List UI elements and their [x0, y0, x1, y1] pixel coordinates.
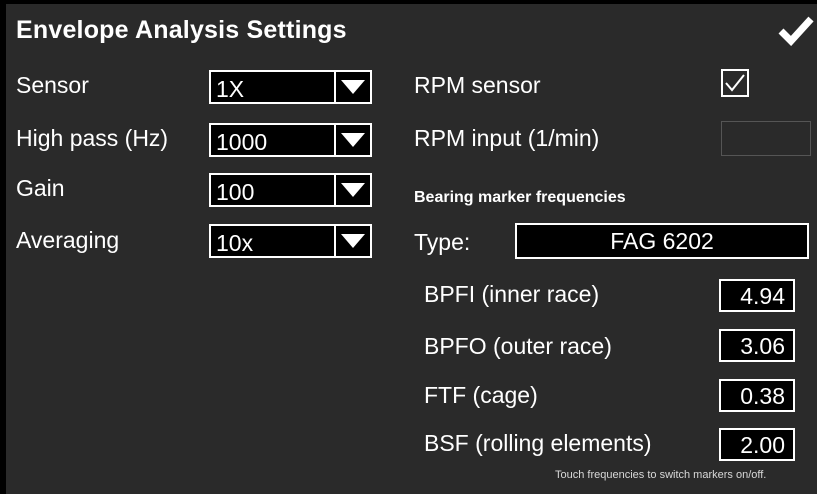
rpm-input-label: RPM input (1/min) [414, 125, 600, 151]
gain-value: 100 [216, 179, 255, 205]
checkmark-icon [778, 16, 814, 47]
confirm-button[interactable] [778, 14, 814, 47]
page-title: Envelope Analysis Settings [16, 16, 347, 44]
bpfo-value[interactable]: 3.06 [719, 329, 795, 362]
rpm-input-field[interactable] [721, 121, 811, 156]
bpfi-value[interactable]: 4.94 [719, 279, 795, 312]
averaging-value: 10x [216, 230, 254, 256]
chevron-down-icon[interactable] [334, 175, 370, 205]
averaging-label: Averaging [16, 227, 120, 253]
high-pass-value: 1000 [216, 129, 268, 155]
rpm-sensor-checkbox[interactable] [721, 69, 749, 97]
bpfo-label: BPFO (outer race) [424, 333, 612, 359]
bpfi-label: BPFI (inner race) [424, 281, 600, 307]
sensor-value: 1X [216, 76, 245, 102]
sensor-select[interactable]: 1X [209, 70, 372, 104]
hint-text: Touch frequencies to switch markers on/o… [555, 469, 767, 481]
rpm-sensor-label: RPM sensor [414, 72, 541, 98]
bsf-label: BSF (rolling elements) [424, 430, 652, 456]
ftf-value[interactable]: 0.38 [719, 379, 795, 412]
check-icon [725, 74, 745, 92]
high-pass-label: High pass (Hz) [16, 125, 169, 151]
chevron-down-icon[interactable] [334, 125, 370, 155]
sensor-label: Sensor [16, 72, 89, 98]
bearing-frequencies-heading: Bearing marker frequencies [414, 189, 626, 206]
high-pass-select[interactable]: 1000 [209, 123, 372, 157]
gain-select[interactable]: 100 [209, 173, 372, 207]
chevron-down-icon[interactable] [334, 72, 370, 102]
ftf-label: FTF (cage) [424, 382, 538, 408]
chevron-down-icon[interactable] [334, 226, 370, 256]
bearing-type-label: Type: [414, 229, 471, 255]
bearing-type-field[interactable]: FAG 6202 [515, 223, 809, 259]
bsf-value[interactable]: 2.00 [719, 428, 795, 461]
averaging-select[interactable]: 10x [209, 224, 372, 258]
gain-label: Gain [16, 175, 65, 201]
